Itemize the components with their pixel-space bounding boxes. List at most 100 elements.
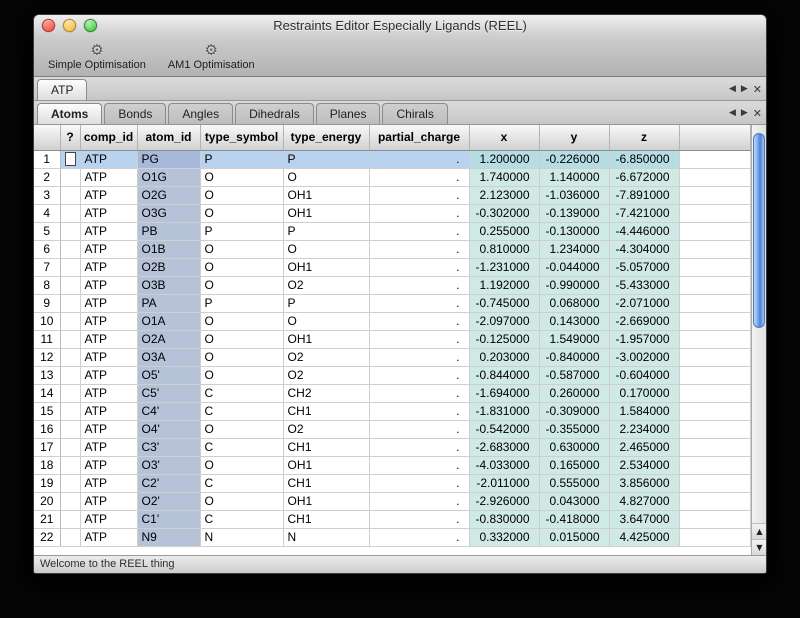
row-number-cell[interactable]: 10 (34, 312, 60, 330)
row-number-cell[interactable]: 16 (34, 420, 60, 438)
cell-type_symbol[interactable]: O (200, 168, 283, 186)
cell-y[interactable]: -0.130000 (539, 222, 609, 240)
cell-y[interactable]: 0.260000 (539, 384, 609, 402)
row-number-cell[interactable]: 3 (34, 186, 60, 204)
cell-partial_charge[interactable]: . (369, 528, 469, 546)
cell-edit-box[interactable] (65, 152, 76, 166)
cell-partial_charge[interactable]: . (369, 510, 469, 528)
cell-q[interactable] (60, 492, 80, 510)
cell-z[interactable]: -6.672000 (609, 168, 679, 186)
cell-q[interactable] (60, 366, 80, 384)
cell-x[interactable]: 0.203000 (469, 348, 539, 366)
cell-comp_id[interactable]: ATP (80, 276, 137, 294)
cell-type_symbol[interactable]: O (200, 330, 283, 348)
cell-type_energy[interactable]: OH1 (283, 456, 369, 474)
cell-atom_id[interactable]: O3G (137, 204, 200, 222)
tab-close-icon[interactable]: ✕ (753, 83, 762, 96)
cell-type_symbol[interactable]: C (200, 438, 283, 456)
cell-z[interactable]: -6.850000 (609, 150, 679, 168)
cell-atom_id[interactable]: O5' (137, 366, 200, 384)
row-number-cell[interactable]: 18 (34, 456, 60, 474)
cell-z[interactable]: 3.856000 (609, 474, 679, 492)
row-number-cell[interactable]: 20 (34, 492, 60, 510)
cell-atom_id[interactable]: O2B (137, 258, 200, 276)
cell-q[interactable] (60, 150, 80, 168)
cell-z[interactable]: -0.604000 (609, 366, 679, 384)
cell-type_energy[interactable]: OH1 (283, 186, 369, 204)
cell-q[interactable] (60, 420, 80, 438)
cell-q[interactable] (60, 510, 80, 528)
tab-scroll-left-icon[interactable]: ◀ (729, 108, 736, 118)
cell-partial_charge[interactable]: . (369, 402, 469, 420)
cell-q[interactable] (60, 348, 80, 366)
cell-type_symbol[interactable]: P (200, 222, 283, 240)
cell-z[interactable]: -4.304000 (609, 240, 679, 258)
cell-y[interactable]: -0.139000 (539, 204, 609, 222)
cell-type_symbol[interactable]: O (200, 204, 283, 222)
cell-x[interactable]: -1.831000 (469, 402, 539, 420)
cell-partial_charge[interactable]: . (369, 168, 469, 186)
cell-z[interactable]: 2.234000 (609, 420, 679, 438)
tab-close-icon[interactable]: ✕ (753, 107, 762, 120)
cell-comp_id[interactable]: ATP (80, 294, 137, 312)
col-header-partial-charge[interactable]: partial_charge (369, 125, 469, 150)
cell-atom_id[interactable]: C3' (137, 438, 200, 456)
cell-type_symbol[interactable]: O (200, 366, 283, 384)
cell-z[interactable]: 0.170000 (609, 384, 679, 402)
cell-type_energy[interactable]: CH1 (283, 402, 369, 420)
cell-partial_charge[interactable]: . (369, 150, 469, 168)
cell-q[interactable] (60, 438, 80, 456)
row-number-cell[interactable]: 7 (34, 258, 60, 276)
cell-q[interactable] (60, 456, 80, 474)
tab-planes[interactable]: Planes (316, 103, 381, 124)
row-number-cell[interactable]: 21 (34, 510, 60, 528)
cell-atom_id[interactable]: O4' (137, 420, 200, 438)
cell-partial_charge[interactable]: . (369, 348, 469, 366)
cell-type_symbol[interactable]: O (200, 312, 283, 330)
cell-q[interactable] (60, 222, 80, 240)
cell-x[interactable]: -0.125000 (469, 330, 539, 348)
cell-atom_id[interactable]: C5' (137, 384, 200, 402)
cell-z[interactable]: -3.002000 (609, 348, 679, 366)
cell-y[interactable]: -0.587000 (539, 366, 609, 384)
cell-atom_id[interactable]: C2' (137, 474, 200, 492)
cell-x[interactable]: -2.011000 (469, 474, 539, 492)
cell-atom_id[interactable]: O3B (137, 276, 200, 294)
cell-partial_charge[interactable]: . (369, 222, 469, 240)
cell-y[interactable]: 0.165000 (539, 456, 609, 474)
cell-type_symbol[interactable]: O (200, 276, 283, 294)
col-header-atom-id[interactable]: atom_id (137, 125, 200, 150)
cell-q[interactable] (60, 528, 80, 546)
cell-type_energy[interactable]: O2 (283, 348, 369, 366)
cell-z[interactable]: -7.891000 (609, 186, 679, 204)
cell-comp_id[interactable]: ATP (80, 222, 137, 240)
cell-type_symbol[interactable]: O (200, 186, 283, 204)
tab-dihedrals[interactable]: Dihedrals (235, 103, 314, 124)
cell-type_symbol[interactable]: O (200, 420, 283, 438)
cell-comp_id[interactable]: ATP (80, 150, 137, 168)
cell-comp_id[interactable]: ATP (80, 528, 137, 546)
close-button[interactable] (42, 19, 55, 32)
cell-y[interactable]: 1.140000 (539, 168, 609, 186)
cell-partial_charge[interactable]: . (369, 186, 469, 204)
tab-scroll-left-icon[interactable]: ◀ (729, 84, 736, 94)
row-number-cell[interactable]: 14 (34, 384, 60, 402)
cell-y[interactable]: -0.840000 (539, 348, 609, 366)
cell-y[interactable]: -1.036000 (539, 186, 609, 204)
cell-comp_id[interactable]: ATP (80, 402, 137, 420)
cell-z[interactable]: 2.465000 (609, 438, 679, 456)
row-number-cell[interactable]: 12 (34, 348, 60, 366)
col-header-q[interactable]: ? (60, 125, 80, 150)
cell-z[interactable]: -4.446000 (609, 222, 679, 240)
cell-x[interactable]: -0.830000 (469, 510, 539, 528)
cell-comp_id[interactable]: ATP (80, 240, 137, 258)
tab-scroll-right-icon[interactable]: ▶ (741, 108, 748, 118)
cell-type_energy[interactable]: O2 (283, 420, 369, 438)
cell-type_energy[interactable]: O2 (283, 366, 369, 384)
cell-type_energy[interactable]: P (283, 294, 369, 312)
cell-comp_id[interactable]: ATP (80, 456, 137, 474)
cell-x[interactable]: 2.123000 (469, 186, 539, 204)
cell-type_symbol[interactable]: O (200, 456, 283, 474)
row-number-cell[interactable]: 17 (34, 438, 60, 456)
cell-partial_charge[interactable]: . (369, 276, 469, 294)
